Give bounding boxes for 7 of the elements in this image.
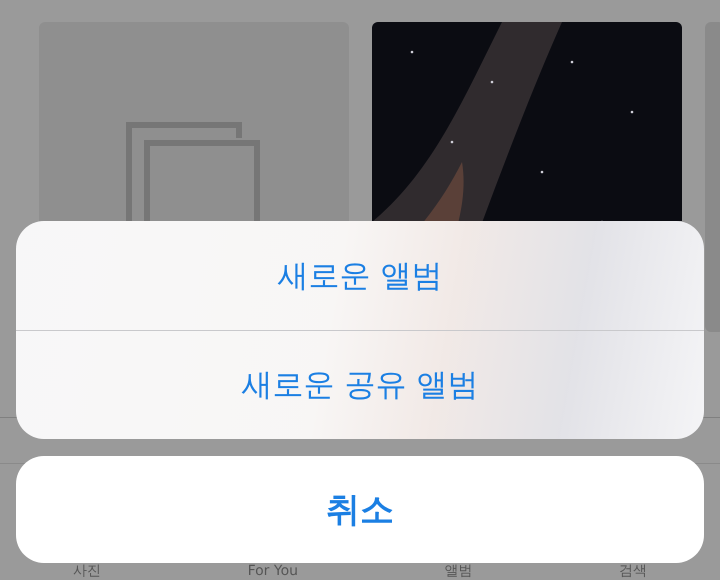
action-button[interactable]: 새로운 공유 앨범 bbox=[16, 330, 704, 439]
tab-label[interactable]: For You bbox=[248, 563, 298, 579]
tab-label[interactable]: 검색 bbox=[618, 563, 647, 579]
tab-label[interactable]: 사진 bbox=[73, 563, 102, 579]
action-button[interactable]: 새로운 앨범 bbox=[16, 221, 704, 330]
tab-label[interactable]: 앨범 bbox=[444, 563, 472, 579]
cancel-button[interactable]: 취소 bbox=[16, 456, 704, 563]
